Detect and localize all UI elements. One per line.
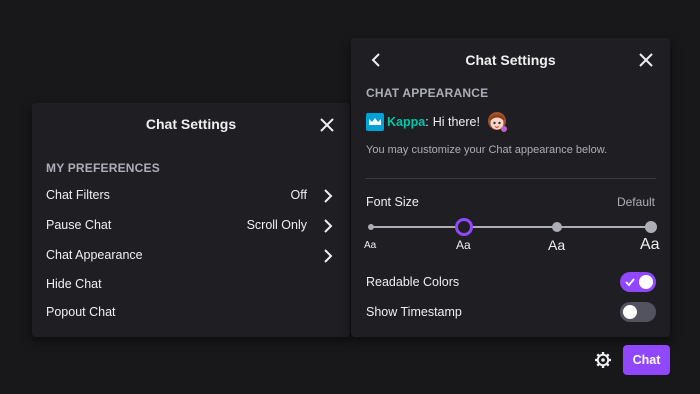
gear-icon[interactable] [592,349,614,371]
font-size-option-dot[interactable] [368,224,374,230]
menu-item-label: Popout Chat [46,305,116,319]
divider [365,178,656,179]
section-heading: CHAT APPEARANCE [366,86,489,100]
checkmark-icon [625,278,635,287]
menu-item-label: Hide Chat [46,277,102,291]
font-size-option-label: Aa [548,237,566,253]
chevron-right-icon [324,249,333,263]
chat-username: Kappa [387,115,426,129]
menu-item-chat-filters[interactable]: Chat Filters Off [32,181,350,211]
appearance-description: You may customize your Chat appearance b… [366,144,608,156]
font-size-option-label: Aa [364,240,377,251]
close-icon[interactable] [317,115,337,135]
readable-colors-toggle[interactable] [620,272,656,292]
toggle-knob [623,305,637,319]
menu-item-popout-chat[interactable]: Popout Chat [32,298,350,328]
chat-settings-menu: Chat Settings MY PREFERENCES Chat Filter… [32,103,350,337]
section-heading: MY PREFERENCES [46,161,160,175]
font-size-slider-track[interactable] [371,226,651,228]
menu-item-value: Off [290,188,307,202]
close-icon[interactable] [636,50,656,70]
menu-item-hide-chat[interactable]: Hide Chat [32,270,350,300]
font-size-option-dot[interactable] [552,222,562,232]
menu-item-label: Chat Filters [46,188,110,202]
font-size-current-value: Default [616,195,655,209]
chat-appearance-panel: Chat Settings CHAT APPEARANCE Kappa : Hi… [351,38,670,337]
panel-title: Chat Settings [465,52,556,68]
kawaii-girl-emote-icon [484,109,510,135]
chevron-right-icon [324,189,333,203]
menu-item-value: Scroll Only [246,218,307,232]
chevron-right-icon [324,219,333,233]
chat-button[interactable]: Chat [623,345,670,375]
panel-title: Chat Settings [145,116,237,132]
show-timestamp-toggle[interactable] [620,302,656,322]
font-size-slider-handle[interactable] [455,218,473,236]
username-colon: : [425,115,429,129]
font-size-option-label: Aa [456,238,471,252]
toggle-knob [639,275,653,289]
menu-item-label: Pause Chat [46,218,112,232]
menu-item-chat-appearance[interactable]: Chat Appearance [32,241,350,271]
menu-item-label: Chat Appearance [46,248,143,262]
font-size-option-label: Aa [640,236,660,253]
font-size-label: Font Size [366,195,419,209]
font-size-option-dot[interactable] [645,221,657,233]
show-timestamp-label: Show Timestamp [366,305,462,319]
chat-preview: Kappa : Hi there! [366,109,510,135]
menu-item-pause-chat[interactable]: Pause Chat Scroll Only [32,211,350,241]
broadcaster-badge-icon [366,113,384,131]
chat-message: Hi there! [432,115,480,129]
readable-colors-label: Readable Colors [366,275,460,289]
